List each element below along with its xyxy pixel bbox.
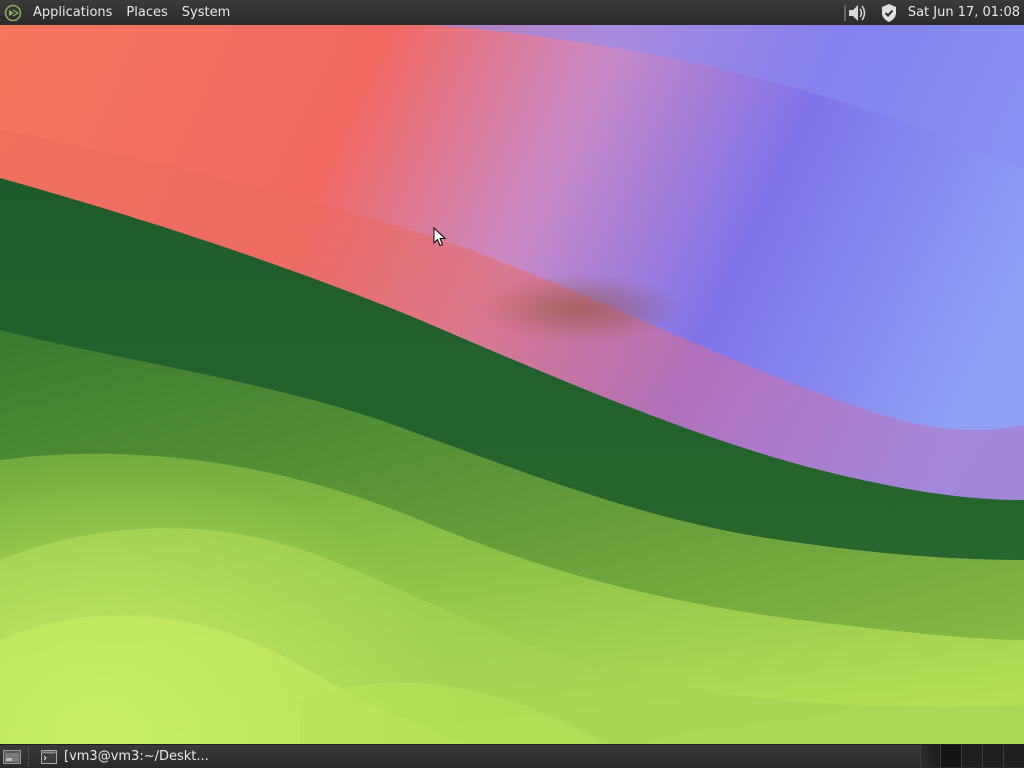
- workspace-switcher: [920, 745, 1024, 768]
- show-desktop-icon[interactable]: [0, 745, 24, 768]
- top-panel: Applications Places System Sat Jun 17, 0…: [0, 0, 1024, 25]
- workspace-3[interactable]: [982, 745, 1003, 767]
- taskbar-item-terminal[interactable]: [vm3@vm3:~/Deskt...: [37, 745, 217, 768]
- desktop-screen: Applications Places System Sat Jun 17, 0…: [0, 0, 1024, 768]
- taskbar-separator: [28, 747, 37, 766]
- speaker-volume-icon[interactable]: [836, 0, 876, 25]
- desktop-wallpaper[interactable]: [0, 0, 1024, 768]
- terminal-icon: [41, 749, 57, 765]
- mouse-pointer-icon: [433, 227, 447, 247]
- workspace-2[interactable]: [961, 745, 982, 767]
- menu-system[interactable]: System: [175, 0, 237, 25]
- workspace-1[interactable]: [940, 745, 961, 767]
- menu-places[interactable]: Places: [119, 0, 174, 25]
- mate-menu-icon[interactable]: [0, 0, 26, 25]
- shield-check-icon[interactable]: [876, 0, 902, 25]
- workspace-switcher-handle[interactable]: [920, 745, 940, 767]
- taskbar-item-label: [vm3@vm3:~/Deskt...: [64, 749, 209, 764]
- workspace-4[interactable]: [1003, 745, 1024, 767]
- panel-clock[interactable]: Sat Jun 17, 01:08: [902, 0, 1024, 25]
- bottom-panel: [vm3@vm3:~/Deskt...: [0, 744, 1024, 768]
- menu-applications[interactable]: Applications: [26, 0, 119, 25]
